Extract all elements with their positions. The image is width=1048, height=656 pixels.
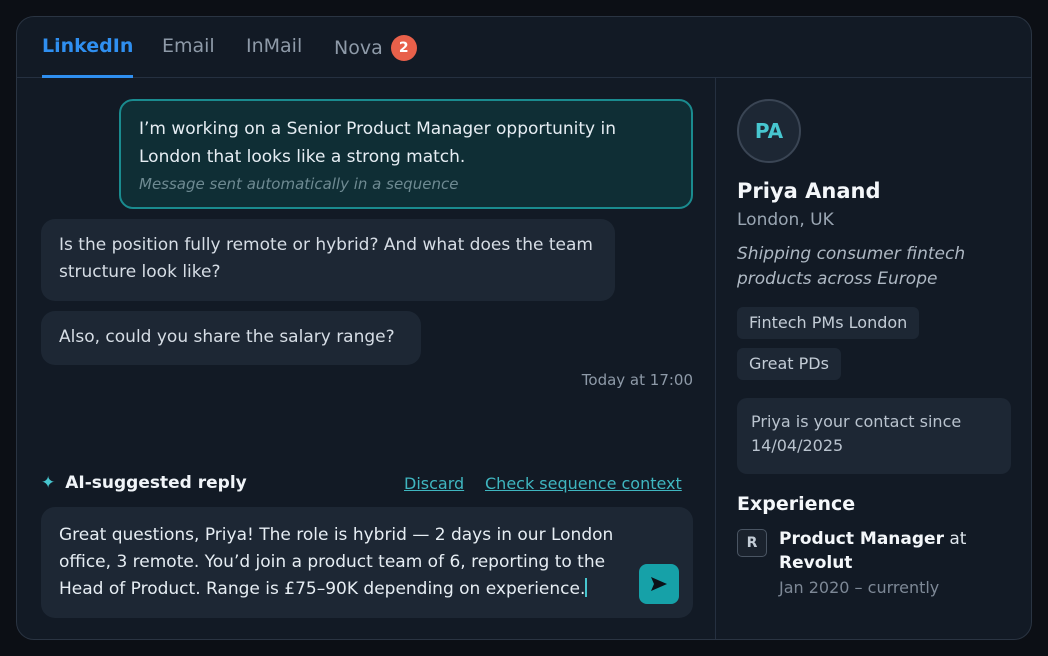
contact-since-box: Priya is your contact since 14/04/2025 (737, 398, 1011, 474)
message-timestamp: Today at 17:00 (581, 371, 693, 389)
experience-at: at (943, 529, 967, 549)
tab-label: Email (162, 35, 215, 57)
reply-composer[interactable]: Great questions, Priya! The role is hybr… (41, 507, 693, 618)
ai-reply-header: ✦ AI-suggested reply Discard Check sequen… (41, 471, 693, 497)
incoming-message: Also, could you share the salary range? (41, 311, 421, 365)
avatar: PA (737, 99, 801, 163)
send-icon (651, 577, 667, 591)
sequence-note: Message sent automatically in a sequence (139, 175, 459, 193)
experience-role-title: Product Manager (779, 529, 944, 549)
incoming-message-text: Is the position fully remote or hybrid? … (59, 235, 593, 282)
tab-linkedin[interactable]: LinkedIn (42, 35, 134, 78)
tab-label: Nova (334, 37, 383, 59)
sparkle-icon: ✦ (41, 473, 56, 493)
incoming-message: Is the position fully remote or hybrid? … (41, 219, 615, 301)
send-button[interactable] (639, 564, 679, 604)
tag-chip[interactable]: Fintech PMs London (737, 307, 920, 339)
conversation-panel: LinkedIn Email InMail Nova 2 I’m working … (16, 16, 1032, 640)
tag-chip[interactable]: Great PDs (737, 348, 841, 380)
contact-headline: Shipping consumer fintech products acros… (737, 244, 966, 289)
ai-reply-title: ✦ AI-suggested reply (41, 473, 247, 493)
discard-link[interactable]: Discard (404, 474, 464, 493)
ai-reply-title-text: AI-suggested reply (65, 473, 247, 493)
unread-count-badge: 2 (390, 35, 417, 61)
tab-nova[interactable]: Nova 2 (334, 35, 417, 78)
text-caret (585, 578, 588, 597)
contact-since-text: Priya is your contact since 14/04/2025 (751, 412, 962, 455)
experience-title: Experience (737, 493, 856, 515)
experience-company: Revolut (779, 553, 853, 573)
reply-input[interactable]: Great questions, Priya! The role is hybr… (59, 522, 629, 603)
channel-tabs: LinkedIn Email InMail Nova 2 (17, 17, 1031, 78)
tab-inmail[interactable]: InMail (246, 35, 302, 78)
contact-location: London, UK (737, 210, 834, 230)
outgoing-message-text: I’m working on a Senior Product Manager … (139, 119, 616, 167)
check-sequence-context-link[interactable]: Check sequence context (485, 474, 682, 493)
tab-label: InMail (246, 35, 303, 57)
outgoing-message: I’m working on a Senior Product Manager … (119, 99, 693, 209)
company-logo: R (737, 529, 767, 557)
experience-dates: Jan 2020 – currently (779, 578, 940, 597)
incoming-message-text: Also, could you share the salary range? (59, 327, 395, 347)
tab-email[interactable]: Email (162, 35, 215, 78)
panel-divider (715, 78, 716, 639)
tab-label: LinkedIn (42, 35, 134, 57)
contact-name: Priya Anand (737, 179, 881, 203)
experience-role: Product Manager at Revolut (779, 527, 1009, 575)
reply-input-text: Great questions, Priya! The role is hybr… (59, 525, 614, 599)
